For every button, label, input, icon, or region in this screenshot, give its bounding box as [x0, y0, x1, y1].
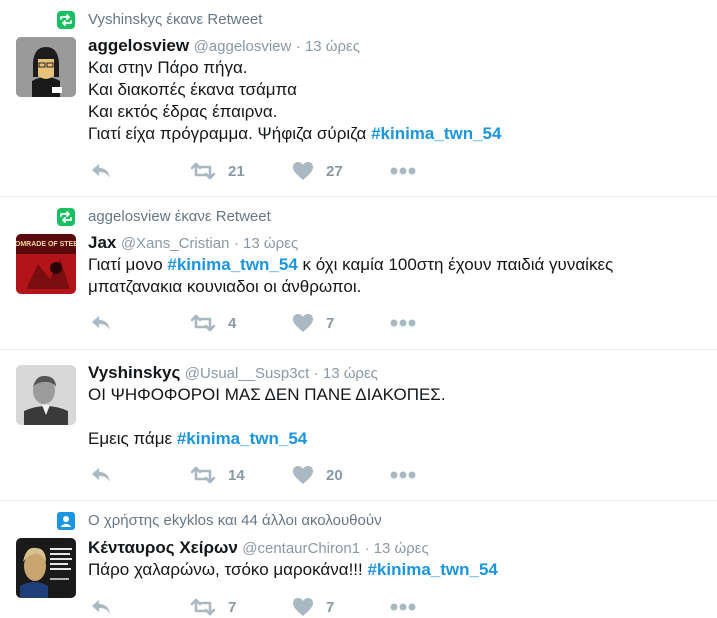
hashtag-link[interactable]: #kinima_twn_54 — [371, 124, 501, 143]
reply-button[interactable] — [90, 596, 112, 618]
more-button[interactable] — [390, 312, 416, 334]
retweet-icon — [190, 466, 216, 484]
tweet-line-text: Πάρο χαλαρώνω, τσόκο μαροκάνα!!! — [88, 560, 368, 579]
retweet-button[interactable]: 4 — [190, 312, 236, 334]
like-count: 27 — [326, 162, 343, 180]
heart-icon — [293, 314, 313, 332]
avatar-text: COMRADE OF STEEL — [16, 241, 76, 248]
heart-icon — [293, 466, 313, 484]
like-count: 7 — [326, 598, 335, 616]
retweet-icon — [190, 314, 216, 332]
tweet-4[interactable]: Ο χρήστης ekyklos και 44 άλλοι ακολουθού… — [0, 501, 717, 618]
tweet-line: Και διακοπές έκανα τσάμπα — [88, 80, 297, 99]
tweet-line-text: Εμεις πάμε — [88, 429, 177, 448]
retweet-count: 14 — [228, 466, 245, 484]
user-icon — [57, 512, 75, 530]
tweet-line: Πάρο χαλαρώνω, τσόκο μαροκάνα!!! #kinima… — [88, 559, 498, 581]
tweet-line: Γιατί είχα πρόγραμμα. Ψήφιζα σύριζα #kin… — [88, 123, 501, 145]
tweet-time[interactable]: · 13 ώρες — [365, 540, 429, 557]
heart-icon — [293, 598, 313, 616]
more-button[interactable] — [390, 160, 416, 182]
retweet-icon — [57, 208, 75, 226]
tweet-actions: 21 27 — [88, 160, 488, 182]
tweet-2[interactable]: aggelosview έκανε Retweet COMRADE OF STE… — [0, 197, 717, 350]
hashtag-link[interactable]: #kinima_twn_54 — [367, 560, 497, 579]
reply-button[interactable] — [90, 464, 112, 486]
tweet-text: ΟΙ ΨΗΦΟΦΟΡΟΙ ΜΑΣ ΔΕΝ ΠΑΝΕ ΔΙΑΚΟΠΕΣ. Εμει… — [88, 384, 446, 450]
retweet-count: 21 — [228, 162, 245, 180]
author-handle[interactable]: @centaurChiron1 — [242, 540, 360, 557]
avatar[interactable]: COMRADE OF STEEL — [16, 234, 76, 294]
more-button[interactable] — [390, 596, 416, 618]
author-handle[interactable]: @aggelosview — [194, 38, 292, 55]
more-button[interactable] — [390, 464, 416, 486]
tweet-time[interactable]: · 13 ώρες — [314, 365, 378, 382]
tweet-text: Πάρο χαλαρώνω, τσόκο μαροκάνα!!! #kinima… — [88, 559, 498, 581]
avatar[interactable] — [16, 365, 76, 425]
tweet-time[interactable]: · 13 ώρες — [296, 38, 360, 55]
tweet-1[interactable]: Vyshinskyς έκανε Retweet aggelosview @ag… — [0, 0, 717, 197]
tweet-line: Γιατί μονο #kinima_twn_54 κ όχι καμία 10… — [88, 254, 613, 276]
more-icon — [390, 603, 416, 611]
author-name[interactable]: Vyshinskyς — [88, 363, 180, 382]
tweet-line: Εμεις πάμε #kinima_twn_54 — [88, 428, 446, 450]
tweet-line: Και στην Πάρο πήγα. — [88, 58, 248, 77]
tweet-header: Jax @Xans_Cristian · 13 ώρες — [88, 233, 298, 254]
author-handle[interactable]: @Usual__Susp3ct — [185, 365, 309, 382]
like-count: 20 — [326, 466, 343, 484]
tweet-header: Κένταυρος Χείρων @centaurChiron1 · 13 ώρ… — [88, 538, 429, 559]
tweet-line-text: Γιατί είχα πρόγραμμα. Ψήφιζα σύριζα — [88, 124, 372, 143]
like-button[interactable]: 7 — [292, 596, 334, 618]
tweet-header: aggelosview @aggelosview · 13 ώρες — [88, 36, 360, 57]
retweet-count: 4 — [228, 314, 237, 332]
more-icon — [390, 167, 416, 175]
reply-button[interactable] — [90, 312, 112, 334]
retweet-icon — [57, 11, 75, 29]
tweet-line-text: Γιατί μονο — [88, 255, 168, 274]
tweet-actions: 14 20 — [88, 464, 488, 486]
hashtag-link[interactable]: #kinima_twn_54 — [167, 255, 297, 274]
like-button[interactable]: 7 — [292, 312, 334, 334]
tweet-actions: 7 7 — [88, 596, 488, 618]
author-name[interactable]: Κένταυρος Χείρων — [88, 538, 238, 557]
tweet-text: Γιατί μονο #kinima_twn_54 κ όχι καμία 10… — [88, 254, 613, 298]
avatar[interactable] — [16, 538, 76, 598]
reply-icon — [92, 468, 110, 482]
author-name[interactable]: Jax — [88, 233, 116, 252]
retweet-context[interactable]: aggelosview έκανε Retweet — [88, 208, 271, 226]
hashtag-link[interactable]: #kinima_twn_54 — [177, 429, 307, 448]
author-name[interactable]: aggelosview — [88, 36, 189, 55]
like-button[interactable]: 20 — [292, 464, 343, 486]
avatar[interactable] — [16, 37, 76, 97]
more-icon — [390, 319, 416, 327]
retweet-icon — [190, 162, 216, 180]
retweet-button[interactable]: 14 — [190, 464, 245, 486]
reply-button[interactable] — [90, 160, 112, 182]
tweet-line-text: κ όχι καμία 100στη έχουν παιδιά γυναίκες — [297, 255, 614, 274]
reply-icon — [92, 600, 110, 614]
author-handle[interactable]: @Xans_Cristian — [121, 235, 230, 252]
like-button[interactable]: 27 — [292, 160, 343, 182]
tweet-line: ΟΙ ΨΗΦΟΦΟΡΟΙ ΜΑΣ ΔΕΝ ΠΑΝΕ ΔΙΑΚΟΠΕΣ. — [88, 385, 446, 404]
follow-context[interactable]: Ο χρήστης ekyklos και 44 άλλοι ακολουθού… — [88, 512, 382, 530]
retweet-count: 7 — [228, 598, 237, 616]
like-count: 7 — [326, 314, 335, 332]
retweet-button[interactable]: 21 — [190, 160, 245, 182]
retweet-icon — [190, 598, 216, 616]
reply-icon — [92, 164, 110, 178]
retweet-button[interactable]: 7 — [190, 596, 236, 618]
tweet-line: Και εκτός έδρας έπαιρνα. — [88, 102, 278, 121]
tweet-text: Και στην Πάρο πήγα. Και διακοπές έκανα τ… — [88, 57, 501, 145]
tweet-header: Vyshinskyς @Usual__Susp3ct · 13 ώρες — [88, 363, 378, 384]
tweet-line: μπατζανακια κουνιαδοι οι άνθρωποι. — [88, 277, 362, 296]
heart-icon — [293, 162, 313, 180]
retweet-context[interactable]: Vyshinskyς έκανε Retweet — [88, 11, 262, 29]
tweet-time[interactable]: · 13 ώρες — [234, 235, 298, 252]
more-icon — [390, 471, 416, 479]
tweet-actions: 4 7 — [88, 312, 488, 334]
reply-icon — [92, 316, 110, 330]
tweet-3[interactable]: Vyshinskyς @Usual__Susp3ct · 13 ώρες ΟΙ … — [0, 350, 717, 501]
